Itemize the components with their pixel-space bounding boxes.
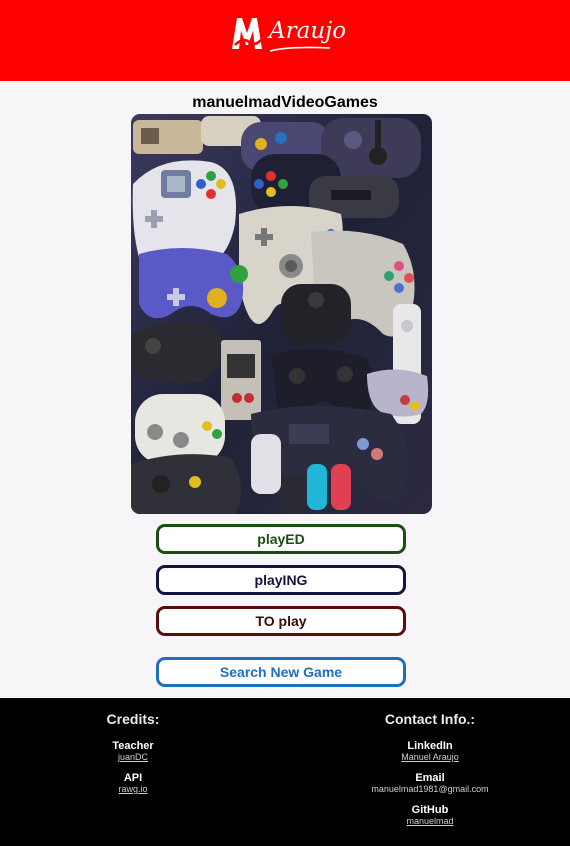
site-header: Araujo xyxy=(0,0,570,81)
monogram-m-icon xyxy=(232,18,263,49)
contact-section: Contact Info.: LinkedIn Manuel Araujo Em… xyxy=(350,698,510,826)
logo-wordmark: Araujo xyxy=(269,18,347,44)
page-title: manuelmadVideoGames xyxy=(192,94,378,111)
playing-button[interactable]: playING xyxy=(156,565,406,595)
contact-heading: Contact Info.: xyxy=(384,711,476,727)
github-link[interactable]: manuelmad xyxy=(350,816,510,826)
site-footer: Credits: Teacher juanDC API rawg.io Cont… xyxy=(0,698,570,846)
credits-section: Credits: Teacher juanDC API rawg.io xyxy=(73,698,193,794)
email-value: manuelmad1981@gmail.com xyxy=(371,784,489,794)
api-link[interactable]: rawg.io xyxy=(73,784,193,794)
search-new-game-button[interactable]: Search New Game xyxy=(156,657,406,687)
credits-heading: Credits: xyxy=(106,711,160,727)
logo-underline-icon xyxy=(269,46,331,52)
email-label: Email xyxy=(415,772,445,784)
hero-image xyxy=(131,114,432,514)
to-play-button[interactable]: TO play xyxy=(156,606,406,636)
controllers-collage-image xyxy=(131,114,432,514)
github-label: GitHub xyxy=(411,804,449,816)
api-label: API xyxy=(123,772,143,784)
linkedin-label: LinkedIn xyxy=(407,740,453,752)
teacher-link[interactable]: juanDC xyxy=(73,752,193,762)
brand-logo[interactable]: Araujo xyxy=(229,14,346,54)
played-button[interactable]: playED xyxy=(156,524,406,554)
teacher-label: Teacher xyxy=(112,740,154,752)
linkedin-link[interactable]: Manuel Araujo xyxy=(350,752,510,762)
